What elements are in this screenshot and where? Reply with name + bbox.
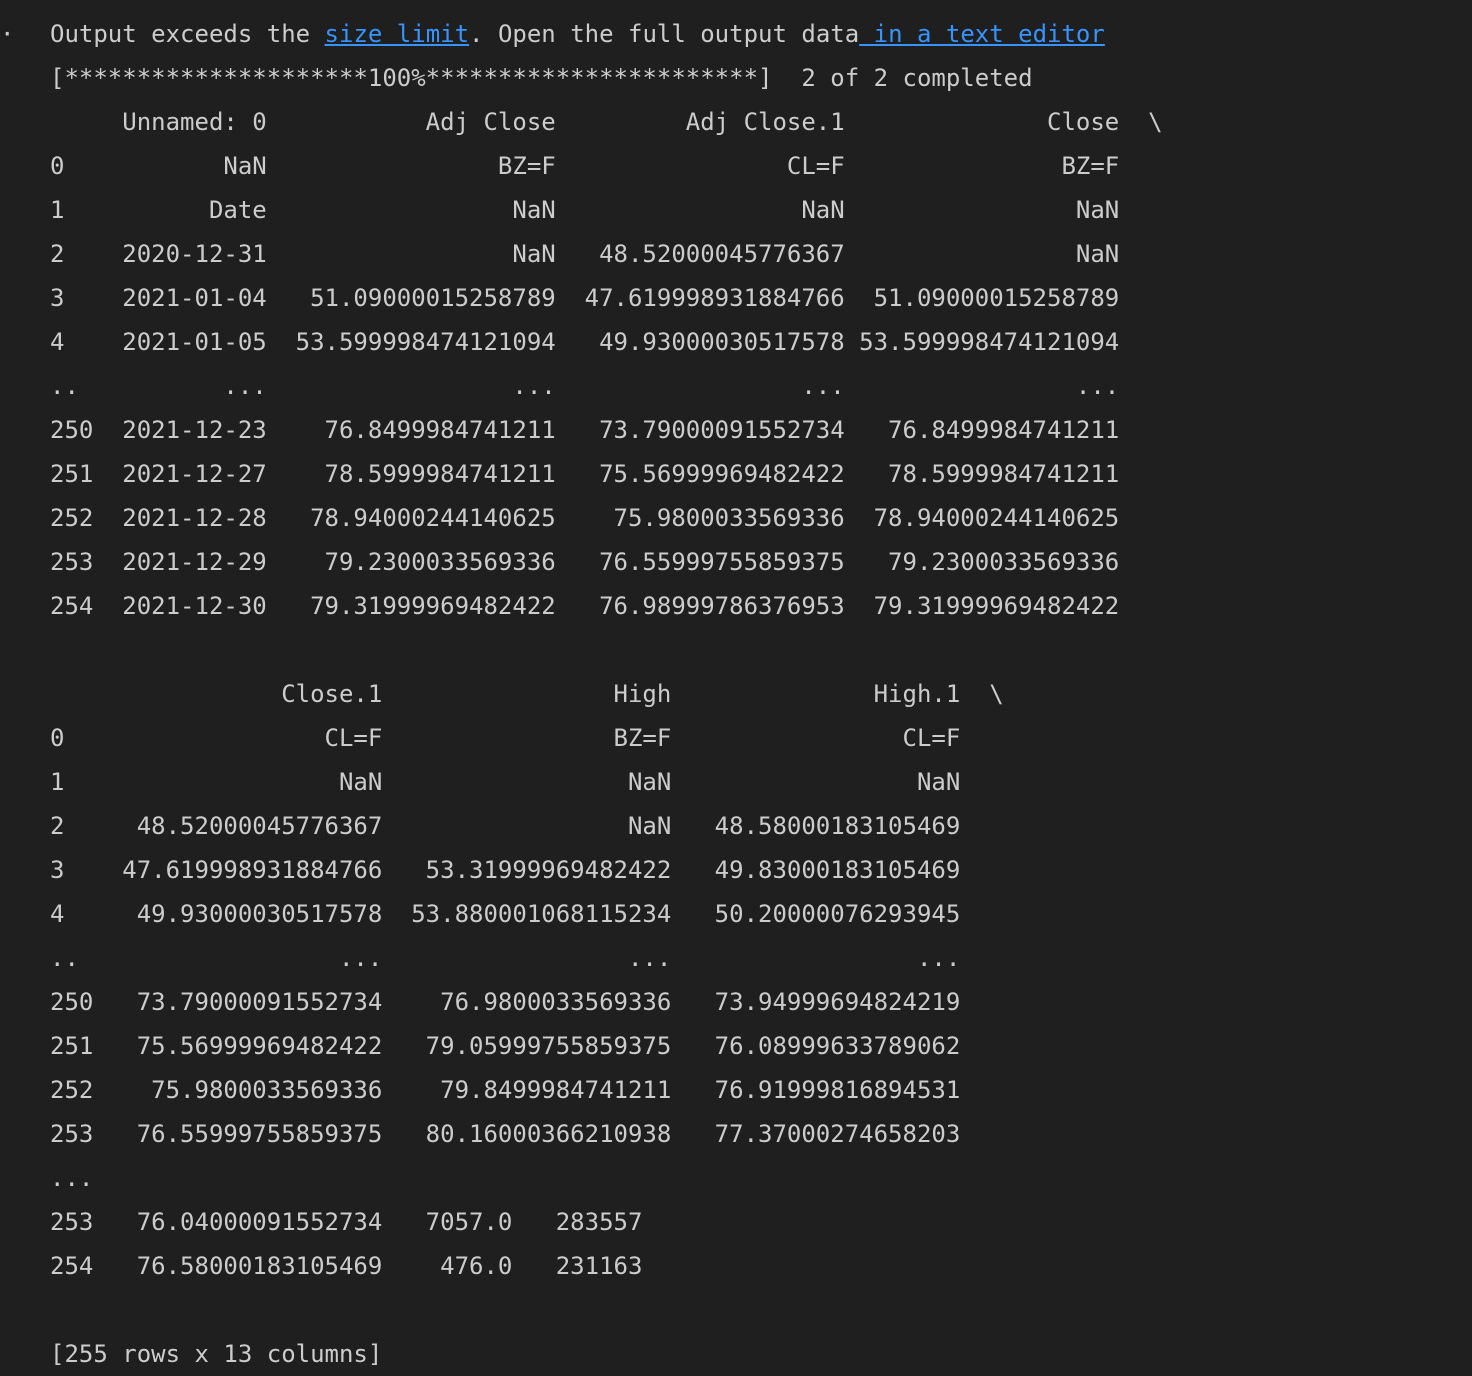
dataframe-row: 0 CL=F BZ=F CL=F	[50, 724, 990, 752]
dataframe-row: 252 2021-12-28 78.94000244140625 75.9800…	[50, 504, 1149, 532]
dataframe-row: 250 2021-12-23 76.8499984741211 73.79000…	[50, 416, 1149, 444]
progress-line: [*********************100%**************…	[50, 64, 1033, 92]
dataframe-ellipsis-row: .. ... ... ... ...	[50, 372, 1149, 400]
dataframe-header: Close.1 High High.1 \	[50, 680, 1004, 708]
dataframe-shape-summary: [255 rows x 13 columns]	[50, 1340, 383, 1368]
cell-output-marker: ·	[0, 20, 15, 48]
dataframe-row: 0 NaN BZ=F CL=F BZ=F	[50, 152, 1149, 180]
dataframe-row: 253 76.04000091552734 7057.0 283557	[50, 1208, 672, 1236]
dataframe-header: Unnamed: 0 Adj Close Adj Close.1 Close \	[50, 108, 1163, 136]
truncation-marker: ...	[50, 1164, 94, 1192]
cell-output: Output exceeds the size limit. Open the …	[50, 12, 1163, 1376]
dataframe-row: 4 49.93000030517578 53.880001068115234 5…	[50, 900, 990, 928]
size-limit-notice: Output exceeds the size limit. Open the …	[50, 12, 1163, 56]
dataframe-row: 253 76.55999755859375 80.16000366210938 …	[50, 1120, 990, 1148]
notice-text-middle: . Open the full output data	[469, 20, 860, 48]
dataframe-ellipsis-row: .. ... ... ...	[50, 944, 990, 972]
dataframe-row: 1 Date NaN NaN NaN	[50, 196, 1149, 224]
dataframe-row: 251 2021-12-27 78.5999984741211 75.56999…	[50, 460, 1149, 488]
dataframe-row: 2 2020-12-31 NaN 48.52000045776367 NaN	[50, 240, 1149, 268]
notice-text-before: Output exceeds the	[50, 20, 325, 48]
dataframe-row: 4 2021-01-05 53.599998474121094 49.93000…	[50, 328, 1149, 356]
open-in-text-editor-link[interactable]: in a text editor	[859, 20, 1105, 48]
dataframe-row: 3 47.619998931884766 53.31999969482422 4…	[50, 856, 990, 884]
dataframe-row: 253 2021-12-29 79.2300033569336 76.55999…	[50, 548, 1149, 576]
size-limit-link[interactable]: size limit	[325, 20, 470, 48]
dataframe-row: 254 76.58000183105469 476.0 231163	[50, 1252, 672, 1280]
dataframe-row: 251 75.56999969482422 79.05999755859375 …	[50, 1032, 990, 1060]
dataframe-row: 1 NaN NaN NaN	[50, 768, 990, 796]
dataframe-row: 2 48.52000045776367 NaN 48.5800018310546…	[50, 812, 990, 840]
dataframe-row: 3 2021-01-04 51.09000015258789 47.619998…	[50, 284, 1149, 312]
dataframe-row: 250 73.79000091552734 76.9800033569336 7…	[50, 988, 990, 1016]
dataframe-row: 252 75.9800033569336 79.8499984741211 76…	[50, 1076, 990, 1104]
dataframe-row: 254 2021-12-30 79.31999969482422 76.9899…	[50, 592, 1149, 620]
